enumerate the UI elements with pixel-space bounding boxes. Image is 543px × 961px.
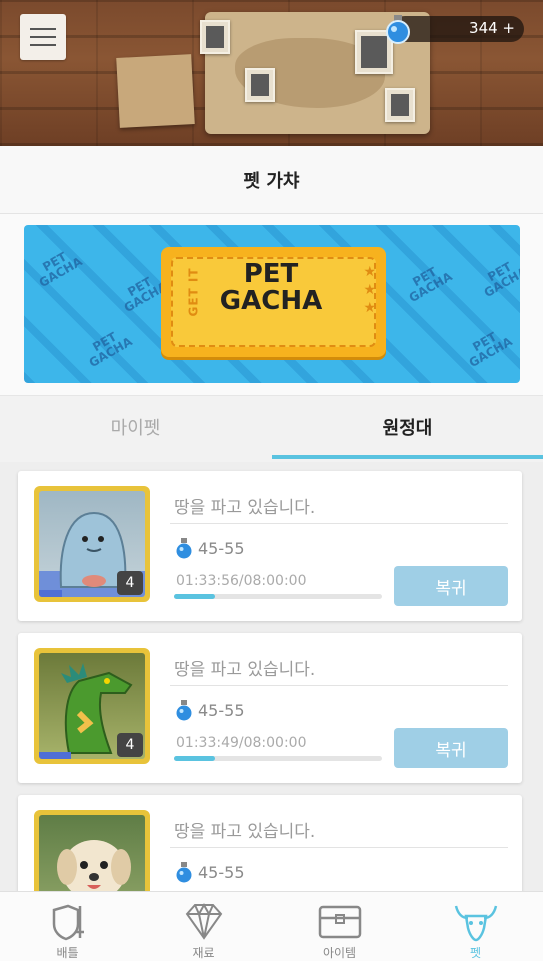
nav-label: 배틀 [56, 946, 79, 960]
tab-my-pet[interactable]: 마이펫 [0, 396, 271, 458]
tab-bar: 마이펫 원정대 [0, 395, 543, 462]
currency-count[interactable]: 344 + [469, 19, 515, 37]
nav-label: 펫 [469, 946, 482, 960]
pet-exp-bar [39, 752, 71, 759]
pet-portrait[interactable] [34, 810, 150, 891]
expedition-card: 4 땅을 파고 있습니다. 45-55 01:33:56/08:00:00 복귀 [18, 471, 522, 621]
expedition-status: 땅을 파고 있습니다. [174, 498, 316, 518]
pinned-photo [245, 68, 275, 102]
banner-pattern-label: PET GACHA [406, 264, 455, 306]
reward-range: 45-55 [174, 699, 245, 721]
banner-pattern-label: PET GACHA [481, 259, 520, 301]
potion-icon [176, 538, 192, 559]
pinned-photo [385, 88, 415, 122]
potion-icon [386, 15, 410, 44]
pet-portrait[interactable]: 4 [34, 648, 150, 764]
ticket-side-label: GET IT [186, 267, 201, 317]
recall-button[interactable]: 복귀 [394, 728, 508, 768]
treasure-chest-icon [318, 905, 361, 939]
pet-level-badge: 4 [117, 733, 143, 757]
shield-sword-icon [52, 904, 84, 941]
banner-pattern-label: PET GACHA [86, 329, 135, 371]
recall-button[interactable]: 복귀 [394, 566, 508, 606]
expedition-card: 4 땅을 파고 있습니다. 45-55 01:33:49/08:00:00 복귀 [18, 633, 522, 783]
page-title: 펫 가챠 [243, 170, 300, 192]
bottom-navigation: 배틀 재료 아이템 펫 [0, 891, 543, 961]
pinned-photo [200, 20, 230, 54]
pet-gacha-banner[interactable]: PET GACHA PET GACHA PET GACHA PET GACHA PET G… [24, 225, 520, 383]
nav-materials[interactable]: 재료 [136, 892, 271, 961]
expedition-progress-bar [174, 594, 382, 599]
expedition-timer: 01:33:49/08:00:00 [176, 735, 307, 751]
hamburger-menu-button[interactable] [20, 14, 66, 60]
active-tab-indicator [272, 455, 543, 459]
potion-icon [176, 700, 192, 721]
pet-level-badge: 4 [117, 571, 143, 595]
nav-items[interactable]: 아이템 [272, 892, 407, 961]
pet-image: 4 [39, 491, 145, 597]
bull-skull-icon [454, 905, 497, 942]
nav-label: 아이템 [322, 946, 357, 960]
reward-range: 45-55 [174, 861, 245, 883]
reward-range: 45-55 [174, 537, 245, 559]
diamond-icon [185, 902, 222, 940]
pet-exp-bar [39, 590, 63, 597]
expedition-progress-bar [174, 756, 382, 761]
pet-image: 4 [39, 653, 145, 759]
star-icons: ★ ★ ★ [363, 264, 376, 316]
tab-expedition[interactable]: 원정대 [272, 396, 543, 458]
nav-label: 재료 [192, 946, 215, 960]
banner-pattern-label: PET GACHA [466, 329, 515, 371]
divider [170, 523, 508, 524]
nav-pet[interactable]: 펫 [408, 892, 543, 961]
divider [170, 685, 508, 686]
pet-portrait[interactable]: 4 [34, 486, 150, 602]
expedition-card: 땅을 파고 있습니다. 45-55 [18, 795, 522, 891]
banner-pattern-label: PET GACHA [36, 249, 85, 291]
expedition-status: 땅을 파고 있습니다. [174, 822, 316, 842]
pet-image [39, 815, 145, 891]
title-bar: 펫 가챠 [0, 146, 543, 214]
divider [170, 847, 508, 848]
banner-section: PET GACHA PET GACHA PET GACHA PET GACHA PET G… [0, 214, 543, 395]
dog-pet-icon [57, 840, 131, 891]
expedition-timer: 01:33:56/08:00:00 [176, 573, 307, 589]
note-paper [116, 54, 195, 128]
gacha-ticket: GET IT PET GACHA ★ ★ ★ [161, 247, 386, 357]
expedition-status: 땅을 파고 있습니다. [174, 660, 316, 680]
potion-icon [176, 862, 192, 883]
nav-battle[interactable]: 배틀 [0, 892, 135, 961]
expedition-list[interactable]: 4 땅을 파고 있습니다. 45-55 01:33:56/08:00:00 복귀 [0, 461, 543, 891]
ticket-title: PET GACHA [219, 259, 323, 316]
